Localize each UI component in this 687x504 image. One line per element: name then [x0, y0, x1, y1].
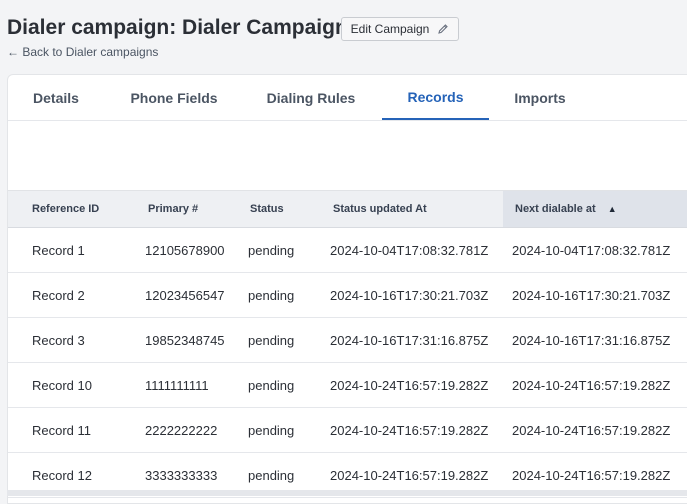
- cell-reference-id: Record 10: [32, 377, 92, 393]
- tab-records[interactable]: Records: [382, 75, 489, 120]
- cell-reference-id: Record 11: [32, 422, 92, 438]
- page-header: Dialer campaign: Dialer Campaign 1 Edit …: [0, 0, 687, 74]
- cell-primary-number: 19852348745: [145, 332, 225, 348]
- cell-next-dialable-at: 2024-10-24T16:57:19.282Z: [512, 422, 671, 438]
- cell-status: pending: [248, 332, 295, 348]
- campaign-card: Details Phone Fields Dialing Rules Recor…: [7, 74, 687, 504]
- cell-reference-id: Record 1: [32, 242, 85, 258]
- cell-status-updated-at: 2024-10-16T17:31:16.875Z: [330, 332, 489, 348]
- cell-status-updated-at: 2024-10-24T16:57:19.282Z: [330, 422, 489, 438]
- records-table: Reference ID Primary # Status Status upd…: [8, 190, 687, 498]
- cell-status: pending: [248, 422, 295, 438]
- pencil-icon: [437, 23, 449, 35]
- tab-imports[interactable]: Imports: [502, 75, 578, 120]
- horizontal-scrollbar[interactable]: [7, 490, 687, 496]
- tab-dialing-rules[interactable]: Dialing Rules: [256, 75, 366, 120]
- cell-status-updated-at: 2024-10-16T17:30:21.703Z: [330, 287, 489, 303]
- edit-campaign-button[interactable]: Edit Campaign: [341, 17, 459, 41]
- cell-primary-number: 1111111111: [145, 377, 209, 393]
- tab-details[interactable]: Details: [8, 75, 104, 120]
- cell-next-dialable-at: 2024-10-16T17:30:21.703Z: [512, 287, 671, 303]
- page-title: Dialer campaign: Dialer Campaign 1: [7, 16, 366, 39]
- cell-status-updated-at: 2024-10-04T17:08:32.781Z: [330, 242, 489, 258]
- column-header-next-dialable-at-label: Next dialable at: [515, 203, 596, 215]
- cell-status: pending: [248, 287, 295, 303]
- cell-primary-number: 2222222222: [145, 422, 218, 438]
- table-header: Reference ID Primary # Status Status upd…: [8, 190, 687, 228]
- cell-reference-id: Record 3: [32, 332, 85, 348]
- table-body: Record 1 12105678900 pending 2024-10-04T17:…: [8, 228, 687, 498]
- cell-reference-id: Record 2: [32, 287, 85, 303]
- back-to-campaigns-link[interactable]: ← Back to Dialer campaigns: [7, 45, 158, 59]
- cell-next-dialable-at: 2024-10-04T17:08:32.781Z: [512, 242, 671, 258]
- cell-next-dialable-at: 2024-10-24T16:57:19.282Z: [512, 377, 671, 393]
- table-row[interactable]: Record 1 12105678900 pending 2024-10-04T17:…: [8, 228, 687, 273]
- column-header-reference-id[interactable]: Reference ID: [32, 191, 142, 227]
- table-row[interactable]: Record 10 1111111111 pending 2024-10-24T16:…: [8, 363, 687, 408]
- tab-bar: Details Phone Fields Dialing Rules Recor…: [8, 75, 687, 121]
- sort-ascending-icon: ▲: [607, 204, 617, 214]
- column-header-status-updated-at[interactable]: Status updated At: [333, 191, 503, 227]
- column-header-primary-number[interactable]: Primary #: [148, 191, 248, 227]
- cell-primary-number: 12023456547: [145, 287, 225, 303]
- cell-status: pending: [248, 377, 295, 393]
- column-header-next-dialable-at[interactable]: Next dialable at ▲: [503, 191, 687, 227]
- edit-campaign-label: Edit Campaign: [350, 22, 430, 36]
- column-header-status[interactable]: Status: [250, 191, 330, 227]
- cell-next-dialable-at: 2024-10-16T17:31:16.875Z: [512, 332, 671, 348]
- table-row[interactable]: Record 11 2222222222 pending 2024-10-24T16:…: [8, 408, 687, 453]
- cell-status: pending: [248, 242, 295, 258]
- table-row[interactable]: Record 2 12023456547 pending 2024-10-16T17:…: [8, 273, 687, 318]
- table-row[interactable]: Record 3 19852348745 pending 2024-10-16T17:…: [8, 318, 687, 363]
- cell-primary-number: 12105678900: [145, 242, 225, 258]
- tab-phone-fields[interactable]: Phone Fields: [116, 75, 232, 120]
- cell-status-updated-at: 2024-10-24T16:57:19.282Z: [330, 377, 489, 393]
